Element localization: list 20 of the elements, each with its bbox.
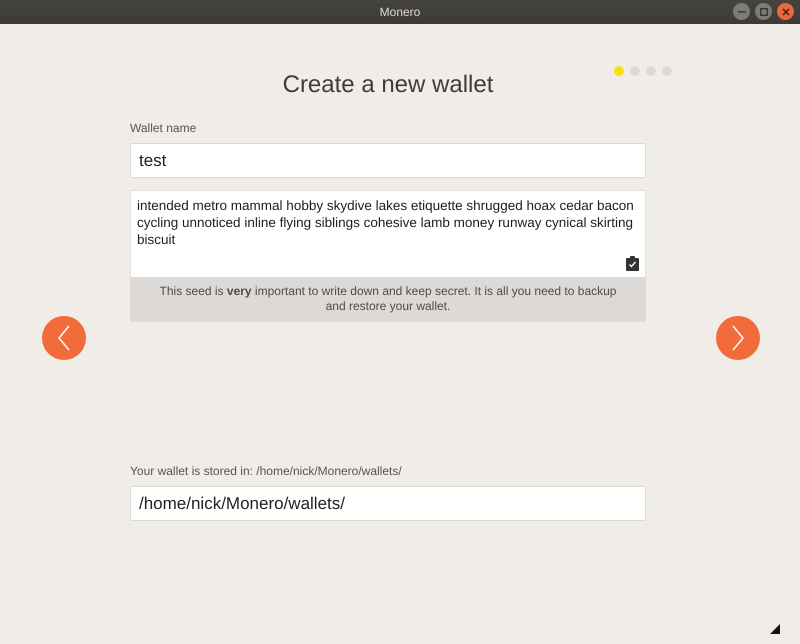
minimize-button[interactable] — [733, 3, 750, 20]
maximize-button[interactable] — [755, 3, 772, 20]
wallet-path-field[interactable]: /home/nick/Monero/wallets/ — [130, 486, 646, 521]
close-button[interactable] — [777, 3, 794, 20]
chevron-right-icon — [730, 324, 746, 352]
resize-grip-icon[interactable] — [770, 624, 780, 634]
chevron-left-icon — [56, 324, 72, 352]
clipboard-icon[interactable] — [626, 256, 639, 271]
field-label: Wallet name — [130, 121, 198, 135]
close-icon — [782, 8, 790, 16]
field-label: Your wallet is stored in: /home/nick/Monero/wallets/ — [130, 464, 403, 478]
seed-text: intended metro mammal hobby skydive lakes etiquette shrugged hoax cedar bacon cycling unnoticed inline flying siblings cohesive lamb money runway cynical skirting biscuit — [136, 197, 635, 249]
maximize-icon — [760, 8, 768, 16]
page-heading: Create a new wallet — [282, 70, 494, 100]
wallet-name-field[interactable]: test — [130, 143, 646, 178]
minimize-icon — [738, 10, 746, 12]
back-button[interactable] — [42, 316, 86, 360]
window-title: Monero — [380, 5, 420, 19]
seed-warning: This seed is very important to write down and keep secret. It is all you need to backup and restore your wallet. — [131, 277, 645, 321]
next-button[interactable] — [716, 316, 760, 360]
